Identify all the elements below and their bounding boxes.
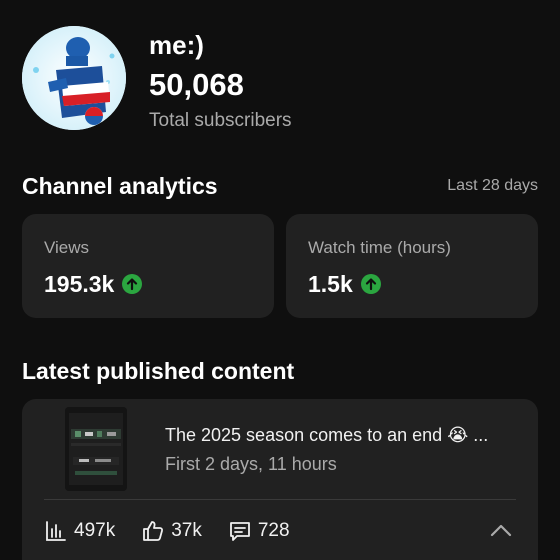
watch-time-value: 1.5k [308, 271, 353, 297]
video-stats-row: 497k 37k 728 [44, 519, 316, 543]
channel-avatar[interactable] [22, 26, 126, 130]
collapse-button[interactable] [488, 519, 514, 543]
views-stat: 497k [44, 519, 115, 543]
thumbs-up-icon [141, 519, 165, 543]
arrow-up-circle-icon [122, 274, 143, 294]
watch-time-card[interactable]: Watch time (hours) 1.5k [286, 214, 538, 318]
views-value-row: 195.3k [44, 270, 143, 298]
views-count: 497k [74, 520, 116, 541]
thumbnail-image [65, 407, 127, 491]
avatar-image [22, 26, 126, 130]
divider [44, 499, 516, 500]
arrow-up-circle-icon [360, 274, 381, 294]
comment-icon [228, 519, 252, 543]
views-card[interactable]: Views 195.3k [22, 214, 274, 318]
video-thumbnail[interactable] [65, 407, 127, 491]
likes-count: 37k [171, 520, 202, 541]
comments-count: 728 [257, 520, 290, 541]
subscriber-count: 50,068 [149, 67, 244, 102]
chevron-up-icon [488, 524, 514, 547]
views-label: Views [44, 238, 90, 257]
analytics-title: Channel analytics [22, 173, 218, 199]
channel-dashboard: me:) 50,068 Total subscribers Channel an… [0, 0, 560, 560]
bar-chart-icon [44, 519, 68, 543]
watch-time-value-row: 1.5k [308, 270, 381, 298]
latest-content-card[interactable]: The 2025 season comes to an end 😭 ... Fi… [22, 399, 538, 560]
video-period: First 2 days, 11 hours [165, 454, 337, 474]
latest-content-title: Latest published content [22, 358, 295, 384]
video-title[interactable]: The 2025 season comes to an end 😭 ... [165, 424, 525, 446]
channel-name: me:) [149, 30, 204, 60]
likes-stat: 37k [141, 519, 202, 543]
analytics-period[interactable]: Last 28 days [447, 176, 538, 196]
watch-time-label: Watch time (hours) [308, 238, 451, 257]
comments-stat: 728 [228, 519, 290, 543]
views-value: 195.3k [44, 271, 115, 297]
subscriber-label: Total subscribers [149, 110, 292, 131]
